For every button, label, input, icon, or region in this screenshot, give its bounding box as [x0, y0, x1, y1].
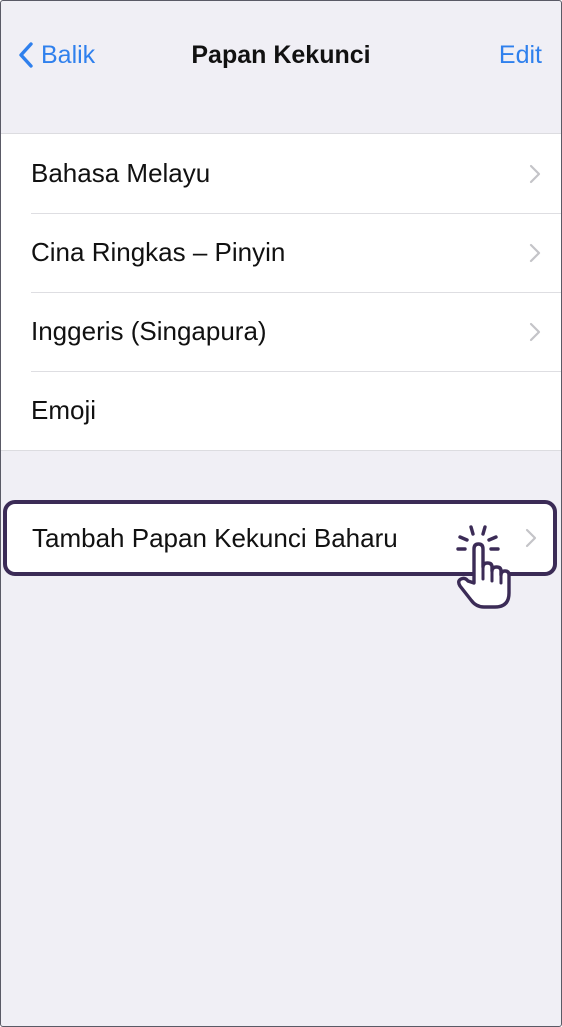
keyboard-item-label: Inggeris (Singapura)	[31, 316, 267, 346]
keyboard-item-inggeris-singapura[interactable]: Inggeris (Singapura)	[1, 292, 561, 371]
keyboard-item-cina-ringkas-pinyin[interactable]: Cina Ringkas – Pinyin	[1, 213, 561, 292]
keyboard-item-label: Bahasa Melayu	[31, 158, 211, 188]
navigation-bar: Balik Papan Kekunci Edit	[1, 1, 561, 101]
chevron-right-icon	[525, 528, 537, 548]
keyboard-item-emoji[interactable]: Emoji	[1, 371, 561, 450]
chevron-right-icon	[529, 243, 541, 262]
tap-hand-icon	[456, 525, 511, 609]
edit-button[interactable]: Edit	[499, 37, 542, 73]
keyboard-item-bahasa-melayu[interactable]: Bahasa Melayu	[1, 134, 561, 213]
keyboard-list: Bahasa Melayu Cina Ringkas – Pinyin Ingg…	[1, 133, 561, 451]
page-title: Papan Kekunci	[191, 41, 371, 69]
chevron-right-icon	[529, 164, 541, 183]
screen: Balik Papan Kekunci Edit Bahasa Melayu C…	[0, 0, 562, 1027]
chevron-right-icon	[529, 322, 541, 341]
keyboard-item-label: Cina Ringkas – Pinyin	[31, 237, 286, 267]
keyboard-item-label: Emoji	[31, 395, 97, 425]
add-keyboard-label: Tambah Papan Kekunci Baharu	[32, 522, 398, 553]
